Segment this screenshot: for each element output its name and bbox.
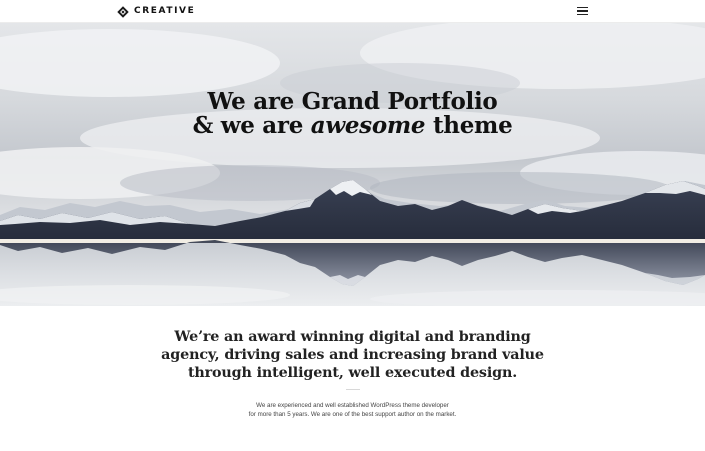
logo-text: CREATIVE	[134, 6, 196, 16]
hero-title-line-2: & we are awesome theme	[0, 114, 705, 138]
intro-heading: We’re an award winning digital and brand…	[0, 328, 705, 382]
site-header: CREATIVE	[0, 0, 705, 23]
menu-bar	[577, 10, 588, 12]
hamburger-menu-icon[interactable]	[577, 7, 588, 15]
section-divider	[346, 389, 360, 390]
logo[interactable]: CREATIVE	[117, 5, 195, 18]
intro-body-line: for more than 5 years. We are one of the…	[248, 410, 457, 418]
intro-body: We are experienced and well established …	[0, 402, 705, 420]
menu-bar	[577, 13, 588, 15]
hero-title-prefix: & we are	[192, 112, 311, 139]
diamond-logo-icon	[117, 5, 129, 18]
hero-background-image	[0, 23, 705, 306]
hero-title-line-1: We are Grand Portfolio	[207, 88, 498, 115]
hero-title: We are Grand Portfolio & we are awesome …	[0, 90, 705, 138]
intro-body-line: We are experienced and well established …	[256, 402, 449, 409]
menu-bar	[577, 7, 588, 9]
page: CREATIVE We are Grand Portfolio & we are…	[0, 0, 705, 451]
intro-heading-line: through intelligent, well executed desig…	[187, 365, 518, 381]
hero-title-emphasis: awesome	[310, 112, 426, 139]
hero-section: We are Grand Portfolio & we are awesome …	[0, 23, 705, 306]
intro-heading-line: We’re an award winning digital and brand…	[174, 329, 531, 345]
hero-title-suffix: theme	[425, 112, 513, 139]
intro-heading-line: agency, driving sales and increasing bra…	[161, 347, 544, 363]
